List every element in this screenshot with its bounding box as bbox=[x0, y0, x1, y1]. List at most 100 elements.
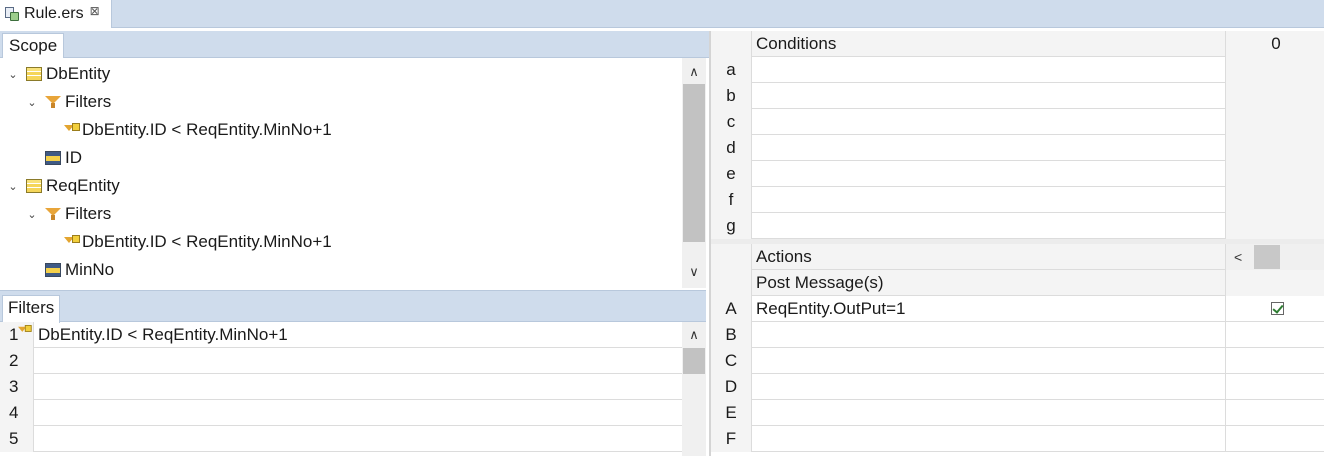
filters-scrollbar-thumb[interactable] bbox=[683, 348, 705, 374]
condition-row-label: e bbox=[711, 161, 752, 187]
condition-row-label: f bbox=[711, 187, 752, 213]
conditions-header: Conditions bbox=[756, 34, 837, 53]
filter-row[interactable]: 2 bbox=[0, 348, 682, 374]
action-checkbox[interactable] bbox=[1271, 302, 1284, 315]
action-row-f[interactable]: F bbox=[711, 426, 1324, 452]
scope-scrollbar-thumb[interactable] bbox=[683, 84, 705, 242]
post-messages-cell bbox=[1225, 270, 1324, 296]
filter-row-number: 3 bbox=[0, 374, 34, 400]
action-value-cell[interactable] bbox=[1225, 348, 1324, 374]
action-row-label: A bbox=[711, 296, 752, 322]
action-value-cell[interactable] bbox=[1225, 296, 1324, 322]
action-row-d[interactable]: D bbox=[711, 374, 1324, 400]
filter-row-text[interactable]: DbEntity.ID < ReqEntity.MinNo+1 bbox=[38, 322, 288, 348]
attribute-icon bbox=[45, 151, 61, 165]
tree-item-filters[interactable]: ⌄ Filters bbox=[25, 200, 111, 228]
tree-item-label: MinNo bbox=[65, 260, 115, 279]
action-row-b[interactable]: B bbox=[711, 322, 1324, 348]
filter-row[interactable]: 5 bbox=[0, 426, 682, 452]
close-icon[interactable]: ⊠ bbox=[90, 4, 100, 18]
conditions-header-row: Conditions 0 bbox=[711, 31, 1324, 57]
filter-row-number: 5 bbox=[0, 426, 34, 452]
action-value-cell[interactable] bbox=[1225, 426, 1324, 452]
tree-item-dbentity[interactable]: ⌄ DbEntity bbox=[6, 60, 110, 88]
editor-tab-rule[interactable]: Rule.ers ⊠ bbox=[0, 0, 112, 28]
chevron-down-icon[interactable]: ⌄ bbox=[25, 96, 39, 109]
tab-filters[interactable]: Filters bbox=[2, 295, 61, 323]
filter-funnel-icon bbox=[45, 207, 61, 221]
entity-icon bbox=[26, 179, 42, 193]
scope-scrollbar[interactable]: ∧ ∨ bbox=[682, 58, 706, 288]
condition-row-a[interactable]: a bbox=[711, 57, 1324, 83]
rule-file-icon bbox=[4, 6, 20, 22]
actions-header: Actions bbox=[756, 247, 812, 266]
actions-header-row: Actions < bbox=[711, 244, 1324, 270]
attribute-icon bbox=[45, 263, 61, 277]
filter-reference-icon bbox=[64, 235, 80, 249]
condition-row-f[interactable]: f bbox=[711, 187, 1324, 213]
condition-row-c[interactable]: c bbox=[711, 109, 1324, 135]
filter-row[interactable]: 1 DbEntity.ID < ReqEntity.MinNo+1 bbox=[0, 322, 682, 348]
chevron-down-icon[interactable]: ⌄ bbox=[25, 208, 39, 221]
condition-row-e[interactable]: e bbox=[711, 161, 1324, 187]
decision-table: Conditions 0 a b c d e f g Actions < Pos… bbox=[709, 31, 1324, 456]
conditions-count: 0 bbox=[1271, 34, 1281, 53]
action-row-e[interactable]: E bbox=[711, 400, 1324, 426]
action-row-label: D bbox=[711, 374, 752, 400]
action-value-cell[interactable] bbox=[1225, 374, 1324, 400]
tree-item-minno[interactable]: MinNo bbox=[45, 256, 114, 284]
action-row-a[interactable]: A ReqEntity.OutPut=1 bbox=[711, 296, 1324, 322]
scroll-up-icon[interactable]: ∧ bbox=[682, 62, 706, 82]
tree-item-label: ReqEntity bbox=[46, 176, 120, 195]
filter-reference-icon bbox=[18, 325, 32, 337]
tree-item-id[interactable]: ID bbox=[45, 144, 82, 172]
condition-row-g[interactable]: g bbox=[711, 213, 1324, 239]
action-row-c[interactable]: C bbox=[711, 348, 1324, 374]
horizontal-scrollbar-thumb[interactable] bbox=[1254, 245, 1280, 269]
scroll-up-icon[interactable]: ∧ bbox=[682, 325, 706, 345]
row-header-corner bbox=[711, 31, 752, 57]
condition-row-label: g bbox=[711, 213, 752, 239]
filter-row-number: 2 bbox=[0, 348, 34, 374]
action-row-label: E bbox=[711, 400, 752, 426]
scroll-left-icon[interactable]: < bbox=[1234, 244, 1242, 270]
action-expression[interactable]: ReqEntity.OutPut=1 bbox=[756, 296, 905, 322]
filters-grid: 1 DbEntity.ID < ReqEntity.MinNo+1 2 3 4 … bbox=[0, 322, 682, 456]
entity-icon bbox=[26, 67, 42, 81]
condition-value-cell[interactable] bbox=[1225, 83, 1324, 109]
tree-item-filters[interactable]: ⌄ Filters bbox=[25, 88, 111, 116]
tree-item-filter-expression[interactable]: DbEntity.ID < ReqEntity.MinNo+1 bbox=[64, 228, 332, 256]
filters-tab-bar: Filters bbox=[0, 290, 706, 323]
tree-item-reqentity[interactable]: ⌄ ReqEntity bbox=[6, 172, 120, 200]
chevron-down-icon[interactable]: ⌄ bbox=[6, 68, 20, 81]
chevron-down-icon[interactable]: ⌄ bbox=[6, 180, 20, 193]
condition-row-label: b bbox=[711, 83, 752, 109]
action-value-cell[interactable] bbox=[1225, 400, 1324, 426]
horizontal-scrollbar[interactable]: < bbox=[1225, 244, 1324, 270]
condition-row-d[interactable]: d bbox=[711, 135, 1324, 161]
condition-value-cell[interactable] bbox=[1225, 57, 1324, 83]
condition-row-label: a bbox=[711, 57, 752, 83]
conditions-count-cell: 0 bbox=[1225, 31, 1324, 57]
scope-tab-bar: Scope bbox=[0, 31, 709, 59]
row-header-corner bbox=[711, 244, 752, 270]
condition-value-cell[interactable] bbox=[1225, 213, 1324, 239]
filter-row[interactable]: 4 bbox=[0, 400, 682, 426]
filters-scrollbar[interactable]: ∧ bbox=[682, 322, 706, 456]
tree-item-label: DbEntity.ID < ReqEntity.MinNo+1 bbox=[82, 120, 332, 139]
scope-tree: ⌄ DbEntity ⌄ Filters DbEntity.ID < ReqEn… bbox=[0, 58, 706, 288]
tree-item-filter-expression[interactable]: DbEntity.ID < ReqEntity.MinNo+1 bbox=[64, 116, 332, 144]
row-header-corner bbox=[711, 270, 752, 296]
condition-value-cell[interactable] bbox=[1225, 161, 1324, 187]
tree-item-label: ID bbox=[65, 148, 82, 167]
condition-value-cell[interactable] bbox=[1225, 135, 1324, 161]
scroll-down-icon[interactable]: ∨ bbox=[682, 262, 706, 282]
condition-value-cell[interactable] bbox=[1225, 109, 1324, 135]
filter-row[interactable]: 3 bbox=[0, 374, 682, 400]
condition-row-b[interactable]: b bbox=[711, 83, 1324, 109]
condition-value-cell[interactable] bbox=[1225, 187, 1324, 213]
condition-row-label: d bbox=[711, 135, 752, 161]
action-value-cell[interactable] bbox=[1225, 322, 1324, 348]
tab-scope[interactable]: Scope bbox=[2, 33, 65, 59]
action-row-label: C bbox=[711, 348, 752, 374]
